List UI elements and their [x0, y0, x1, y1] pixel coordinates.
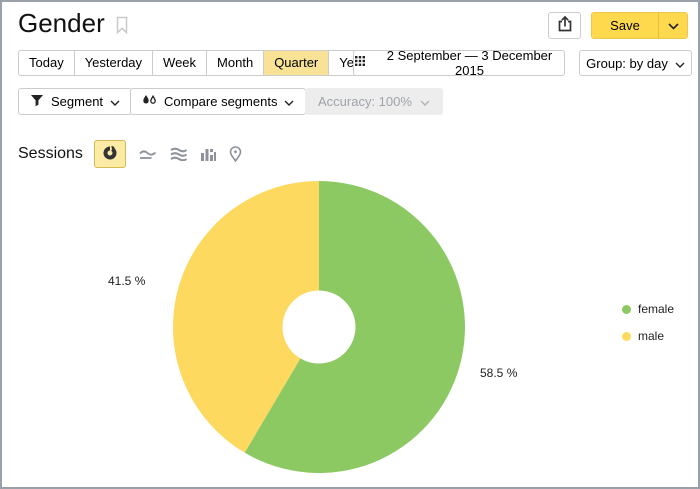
compare-segments-dropdown[interactable]: Compare segments	[130, 88, 306, 115]
slice-label-female: 58.5 %	[480, 366, 517, 380]
accuracy-dropdown-disabled[interactable]: Accuracy: 100%	[305, 88, 443, 115]
chart-area: 41.5 % 58.5 % female male	[2, 174, 698, 487]
map-pin-icon[interactable]	[229, 146, 242, 162]
chevron-down-icon	[110, 94, 120, 109]
chevron-down-icon	[284, 94, 294, 109]
gender-report-page: Gender Save	[0, 0, 700, 489]
compare-segments-text: Compare segments	[164, 94, 277, 109]
group-by-dropdown[interactable]: Group: by day	[579, 50, 692, 76]
chart-type-pie-button-selected[interactable]	[94, 140, 126, 168]
date-range-text: 2 September — 3 December 2015	[375, 48, 564, 78]
legend-label-female: female	[638, 302, 674, 316]
donut-chart-icon	[102, 145, 118, 164]
tab-quarter[interactable]: Quarter	[263, 50, 329, 76]
droplets-icon	[142, 94, 157, 110]
metric-label: Sessions	[18, 145, 83, 163]
header-actions: Save	[548, 12, 688, 39]
funnel-icon	[30, 94, 44, 110]
export-button[interactable]	[548, 12, 581, 39]
accuracy-text: Accuracy: 100%	[318, 94, 412, 109]
column-chart-icon[interactable]	[200, 147, 216, 161]
export-icon	[556, 15, 574, 36]
line-chart-icon[interactable]	[139, 148, 157, 161]
page-header: Gender	[18, 8, 129, 39]
bookmark-icon[interactable]	[115, 16, 129, 35]
chevron-down-icon	[420, 94, 430, 109]
calendar-grid-icon	[354, 55, 367, 71]
legend-dot-male	[622, 332, 631, 341]
segment-dropdown[interactable]: Segment	[18, 88, 132, 115]
date-range-button[interactable]: 2 September — 3 December 2015	[353, 50, 565, 76]
legend-item-female[interactable]: female	[622, 302, 674, 316]
legend-item-male[interactable]: male	[622, 329, 674, 343]
slice-label-male: 41.5 %	[108, 274, 145, 288]
period-tabs: Today Yesterday Week Month Quarter Year	[18, 50, 377, 76]
segment-text: Segment	[51, 94, 103, 109]
group-by-text: Group: by day	[586, 56, 668, 71]
tab-week[interactable]: Week	[152, 50, 207, 76]
tab-month[interactable]: Month	[206, 50, 264, 76]
save-dropdown-button[interactable]	[658, 13, 687, 38]
page-title: Gender	[18, 8, 105, 39]
chevron-down-icon	[668, 18, 679, 33]
chart-legend: female male	[622, 302, 674, 356]
legend-dot-female	[622, 305, 631, 314]
chevron-down-icon	[675, 56, 685, 71]
save-button-group: Save	[591, 12, 688, 39]
save-button[interactable]: Save	[592, 13, 658, 38]
stacked-areas-icon[interactable]	[170, 147, 187, 161]
tab-today[interactable]: Today	[18, 50, 75, 76]
chart-type-toolbar	[94, 140, 242, 168]
donut-chart	[169, 177, 469, 477]
legend-label-male: male	[638, 329, 664, 343]
tab-yesterday[interactable]: Yesterday	[74, 50, 153, 76]
